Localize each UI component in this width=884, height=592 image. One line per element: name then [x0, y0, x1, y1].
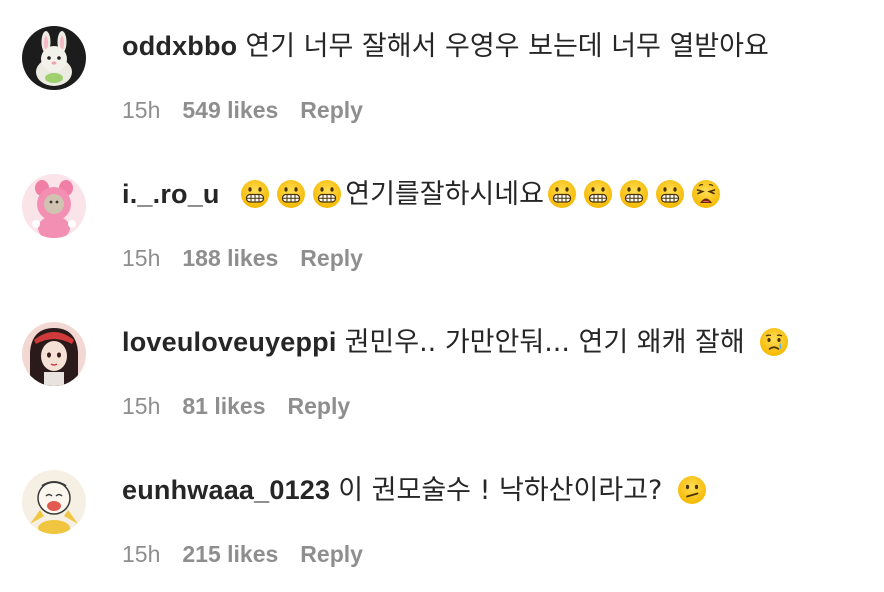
timestamp: 15h [122, 393, 161, 419]
avatar[interactable] [22, 322, 86, 386]
comment-text: 권민우.. 가만안둬... 연기 왜캐 잘해 [344, 327, 745, 358]
reply-button[interactable]: Reply [288, 393, 351, 419]
comment-meta: 15h 549 likes Reply [122, 96, 385, 124]
comment-item: i._.ro_u 연기를잘하시네요 15h 188 likes Reply [0, 148, 884, 296]
crying-face-icon [759, 327, 789, 357]
username[interactable]: loveuloveuyeppi [122, 327, 337, 357]
username[interactable]: eunhwaaa_0123 [122, 475, 330, 505]
grimacing-face-icon [240, 179, 270, 209]
username[interactable]: i._.ro_u [122, 179, 220, 209]
comment-text: 연기 너무 잘해서 우영우 보는데 너무 열받아요 [245, 31, 769, 62]
weary-face-icon [691, 179, 721, 209]
comment-item: loveuloveuyeppi 권민우.. 가만안둬... 연기 왜캐 잘해 15… [0, 296, 884, 444]
comment-line: oddxbbo 연기 너무 잘해서 우영우 보는데 너무 열받아요 [122, 28, 769, 65]
comment-text: 이 권모술수 ! 낙하산이라고? [338, 475, 663, 506]
comment-meta: 15h 188 likes Reply [122, 244, 385, 272]
reply-button[interactable]: Reply [300, 245, 363, 271]
username[interactable]: oddxbbo [122, 31, 237, 61]
confused-face-icon [677, 475, 707, 505]
grimacing-face-icon [619, 179, 649, 209]
avatar[interactable] [22, 174, 86, 238]
reply-button[interactable]: Reply [300, 541, 363, 567]
like-count[interactable]: 81 likes [182, 393, 265, 419]
like-count[interactable]: 549 likes [182, 97, 278, 123]
comment-text: 연기를잘하시네요 [345, 179, 544, 210]
comment-line: i._.ro_u 연기를잘하시네요 [122, 176, 724, 213]
comment-item: oddxbbo 연기 너무 잘해서 우영우 보는데 너무 열받아요 15h 549 … [0, 0, 884, 148]
timestamp: 15h [122, 97, 161, 123]
timestamp: 15h [122, 541, 161, 567]
grimacing-face-icon [655, 179, 685, 209]
avatar[interactable] [22, 470, 86, 534]
comment-item: eunhwaaa_0123 이 권모술수 ! 낙하산이라고? 15h 215 lik… [0, 444, 884, 592]
like-count[interactable]: 188 likes [182, 245, 278, 271]
like-count[interactable]: 215 likes [182, 541, 278, 567]
comment-meta: 15h 81 likes Reply [122, 392, 372, 420]
reply-button[interactable]: Reply [300, 97, 363, 123]
timestamp: 15h [122, 245, 161, 271]
grimacing-face-icon [547, 179, 577, 209]
comment-meta: 15h 215 likes Reply [122, 540, 385, 568]
grimacing-face-icon [312, 179, 342, 209]
comment-line: eunhwaaa_0123 이 권모술수 ! 낙하산이라고? [122, 472, 710, 509]
grimacing-face-icon [583, 179, 613, 209]
comment-line: loveuloveuyeppi 권민우.. 가만안둬... 연기 왜캐 잘해 [122, 324, 792, 361]
grimacing-face-icon [276, 179, 306, 209]
avatar[interactable] [22, 26, 86, 90]
